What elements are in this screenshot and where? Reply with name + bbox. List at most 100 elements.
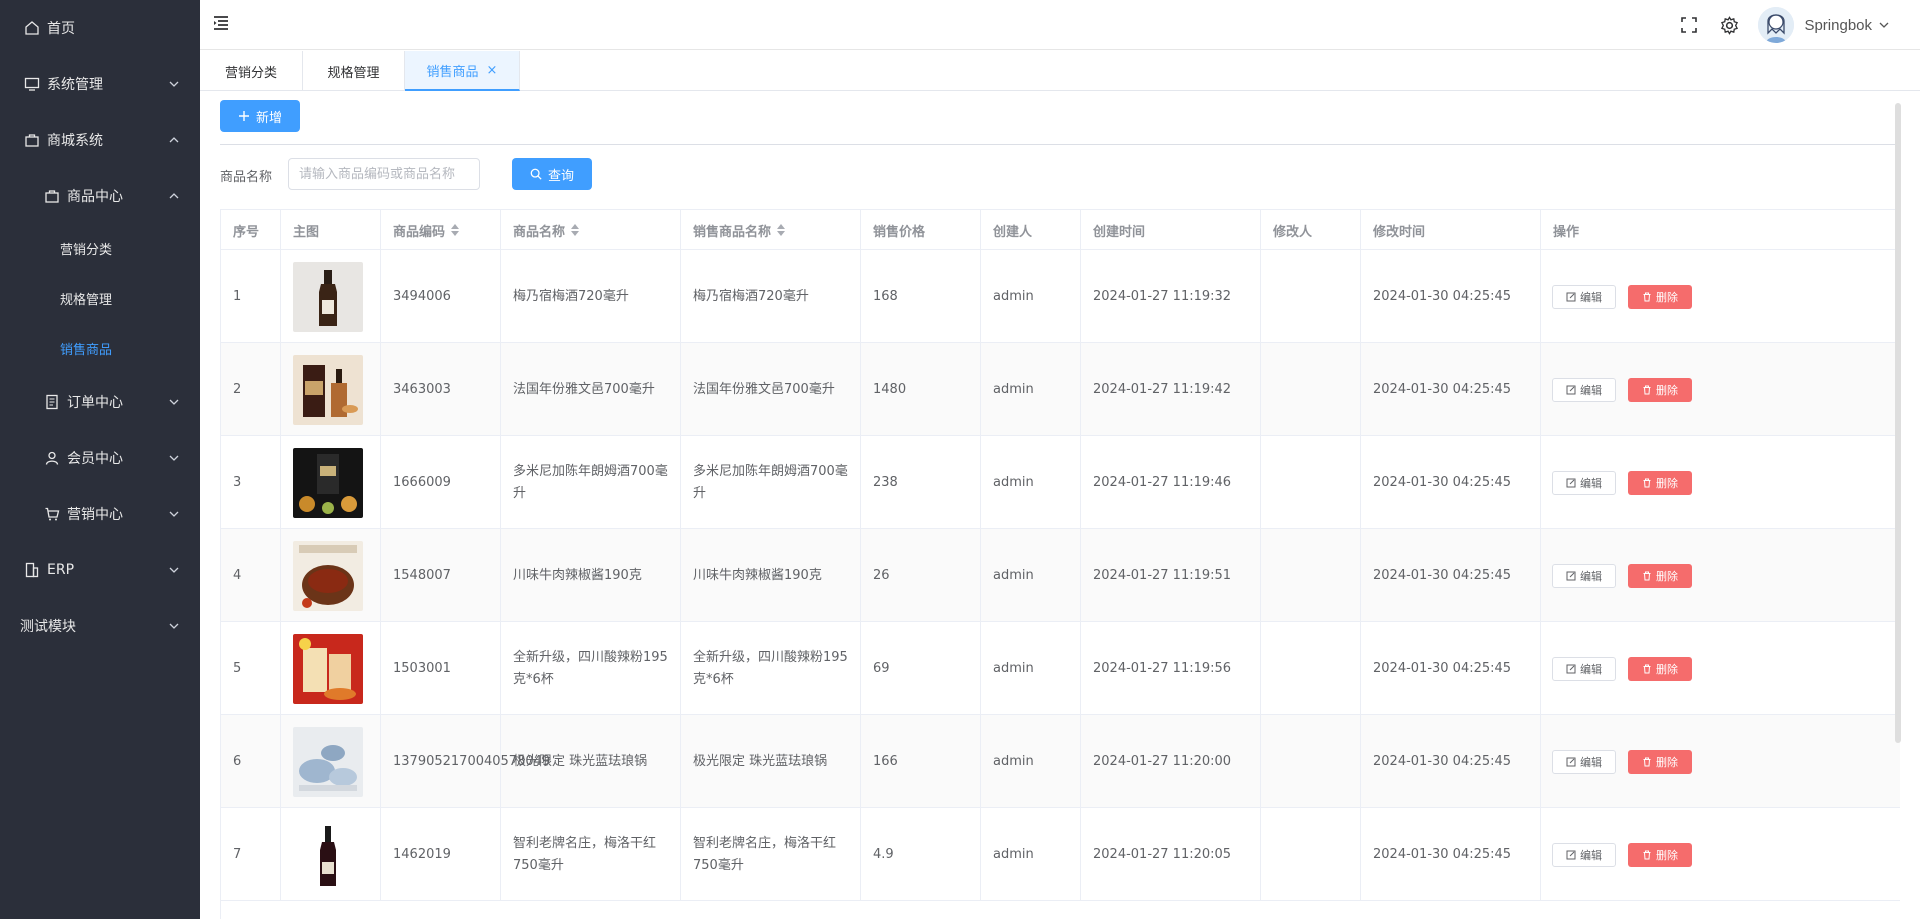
delete-button[interactable]: 删除 — [1628, 657, 1692, 681]
cell-text: 2024-01-30 04:25:45 — [1373, 846, 1512, 862]
trash-icon — [1643, 850, 1651, 860]
cell-sale-name: 全新升级，四川酸辣粉195克*6杯 — [681, 622, 861, 715]
scrollbar[interactable] — [1895, 103, 1901, 743]
cell-sale-name: 川味牛肉辣椒酱190克 — [681, 529, 861, 622]
search-input[interactable] — [288, 158, 480, 190]
tab-spec-management[interactable]: 规格管理 — [303, 51, 405, 91]
column-header-sortable[interactable]: 销售商品名称 — [681, 210, 861, 250]
cell-name: 梅乃宿梅酒720毫升 — [501, 250, 681, 343]
sidebar-item-system[interactable]: 系统管理 — [0, 64, 200, 104]
fullscreen-icon[interactable] — [1678, 14, 1700, 36]
sidebar-item-test-module[interactable]: 测试模块 — [0, 606, 200, 646]
delete-button-label: 删除 — [1656, 384, 1678, 397]
edit-button[interactable]: 编辑 — [1552, 657, 1616, 681]
cell-text: admin — [993, 660, 1034, 676]
column-header-sortable[interactable]: 商品名称 — [501, 210, 681, 250]
column-header-sortable[interactable]: 商品编码 — [381, 210, 501, 250]
cell-text: 川味牛肉辣椒酱190克 — [693, 567, 822, 583]
avatar[interactable] — [1758, 7, 1795, 43]
edit-button[interactable]: 编辑 — [1552, 471, 1616, 495]
cell-text: 极光限定 珠光蓝珐琅锅 — [693, 753, 828, 769]
cell-text: 2024-01-27 11:19:51 — [1093, 567, 1232, 583]
sidebar-item-label: 订单中心 — [67, 395, 123, 411]
cell-text: 2024-01-27 11:19:32 — [1093, 288, 1232, 304]
delete-button-label: 删除 — [1656, 291, 1678, 304]
delete-button[interactable]: 删除 — [1628, 471, 1692, 495]
cell-modified: 2024-01-30 04:25:45 — [1361, 808, 1541, 901]
edit-button[interactable]: 编辑 — [1552, 285, 1616, 309]
product-thumbnail[interactable] — [293, 261, 363, 332]
cell-text: 梅乃宿梅酒720毫升 — [513, 288, 629, 304]
search-icon — [530, 168, 542, 180]
delete-button[interactable]: 删除 — [1628, 843, 1692, 867]
username[interactable]: Springbok — [1804, 17, 1872, 34]
sort-icon[interactable] — [777, 224, 786, 236]
product-thumbnail[interactable] — [293, 354, 363, 425]
delete-button[interactable]: 删除 — [1628, 285, 1692, 309]
cell-price: 168 — [861, 250, 981, 343]
sidebar-item-sale-products[interactable]: 销售商品 — [0, 328, 200, 368]
sidebar-item-mall[interactable]: 商城系统 — [0, 120, 200, 160]
cell-code: 1379052170040578049 — [381, 715, 550, 808]
cell-sale-name: 智利老牌名庄，梅洛干红750毫升 — [681, 808, 861, 901]
gear-icon[interactable] — [1718, 14, 1740, 36]
trash-icon — [1643, 664, 1651, 674]
edit-button[interactable]: 编辑 — [1552, 750, 1616, 774]
trash-icon — [1643, 478, 1651, 488]
tab-marketing-category[interactable]: 营销分类 — [200, 51, 303, 91]
edit-button[interactable]: 编辑 — [1552, 564, 1616, 588]
sort-icon[interactable] — [571, 224, 580, 236]
cell-price: 4.9 — [861, 808, 981, 901]
sidebar-item-order-center[interactable]: 订单中心 — [0, 382, 200, 422]
user-icon — [44, 450, 60, 466]
cell-text: 全新升级，四川酸辣粉195克*6杯 — [693, 649, 848, 687]
delete-button[interactable]: 删除 — [1628, 564, 1692, 588]
product-thumbnail[interactable] — [293, 633, 363, 704]
cell-modified: 2024-01-30 04:25:45 — [1361, 529, 1541, 622]
edit-button[interactable]: 编辑 — [1552, 378, 1616, 402]
edit-button[interactable]: 编辑 — [1552, 843, 1616, 867]
delete-button[interactable]: 删除 — [1628, 378, 1692, 402]
tab-sale-products[interactable]: 销售商品 × — [405, 51, 520, 91]
cell-text: 1462019 — [393, 846, 451, 862]
delete-button-label: 删除 — [1656, 756, 1678, 769]
column-header: 操作 — [1553, 224, 1580, 240]
cell-text: admin — [993, 846, 1034, 862]
cell-text: 3 — [233, 474, 242, 490]
sidebar-item-member-center[interactable]: 会员中心 — [0, 438, 200, 478]
cell-text: admin — [993, 567, 1034, 583]
delete-button-label: 删除 — [1656, 663, 1678, 676]
sidebar-item-product-center[interactable]: 商品中心 — [0, 176, 200, 216]
delete-button-label: 删除 — [1656, 477, 1678, 490]
product-thumbnail[interactable] — [293, 726, 363, 797]
sidebar-item-marketing-category[interactable]: 营销分类 — [0, 228, 200, 268]
table-row: 4 1548007 川味牛肉辣椒酱190克 川味牛肉辣椒酱190克 26 admin 202… — [221, 529, 1900, 622]
cell-text: admin — [993, 381, 1034, 397]
add-button[interactable]: 新增 — [220, 100, 300, 132]
hamburger-icon[interactable] — [212, 14, 230, 32]
chevron-down-icon[interactable] — [1878, 19, 1890, 31]
sidebar-item-marketing-center[interactable]: 营销中心 — [0, 494, 200, 534]
query-button[interactable]: 查询 — [512, 158, 592, 190]
cell-name: 智利老牌名庄，梅洛干红750毫升 — [501, 808, 681, 901]
cell-creator: admin — [981, 622, 1081, 715]
tab-label: 销售商品 — [426, 64, 479, 80]
product-thumbnail[interactable] — [293, 447, 363, 518]
cell-modified: 2024-01-30 04:25:45 — [1361, 436, 1541, 529]
edit-button-label: 编辑 — [1580, 849, 1602, 862]
product-thumbnail[interactable] — [293, 819, 363, 890]
cell-index: 4 — [221, 529, 281, 622]
delete-button[interactable]: 删除 — [1628, 750, 1692, 774]
sidebar-item-erp[interactable]: ERP — [0, 550, 200, 590]
sort-icon[interactable] — [451, 224, 460, 236]
product-thumbnail[interactable] — [293, 540, 363, 611]
home-icon — [24, 20, 40, 36]
sidebar-item-spec-management[interactable]: 规格管理 — [0, 278, 200, 318]
sidebar-item-home[interactable]: 首页 — [0, 8, 200, 48]
sidebar-item-label: 商品中心 — [67, 189, 123, 205]
cell-text: 166 — [873, 753, 898, 769]
sidebar-item-label: 系统管理 — [47, 77, 103, 93]
trash-icon — [1643, 292, 1651, 302]
cell-text: 2024-01-27 11:19:46 — [1093, 474, 1232, 490]
close-icon[interactable]: × — [487, 63, 498, 78]
